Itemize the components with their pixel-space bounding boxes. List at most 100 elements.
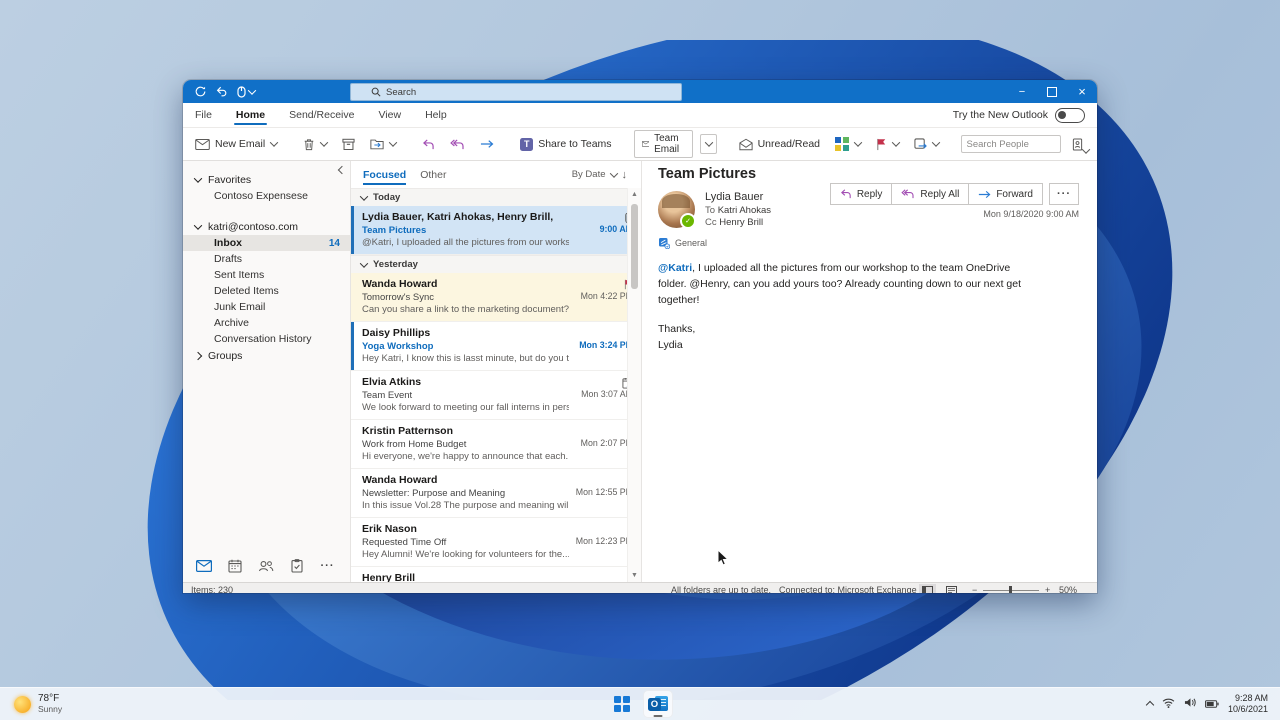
favorites-header[interactable]: Favorites bbox=[183, 171, 350, 188]
cc-recipient-name[interactable]: Henry Brill bbox=[719, 217, 763, 228]
forward-button[interactable] bbox=[476, 136, 498, 152]
chevron-down-icon bbox=[360, 259, 368, 267]
email-row-kristin-patternson[interactable]: Kristin Patternson Work from Home Budget… bbox=[351, 420, 641, 469]
email-row-lydia-bauer[interactable]: Lydia Bauer, Katri Ahokas, Henry Brill, … bbox=[351, 206, 641, 255]
folder-pane: Favorites Contoso Expensese katri@contos… bbox=[183, 161, 351, 582]
email-row-elvia-atkins[interactable]: Elvia Atkins Team Event We look forward … bbox=[351, 371, 641, 420]
more-modules-icon[interactable]: ··· bbox=[319, 557, 336, 574]
chevron-down-icon bbox=[360, 192, 368, 200]
move-button[interactable] bbox=[366, 135, 400, 153]
to-recipient-name[interactable]: Katri Ahokas bbox=[718, 205, 771, 216]
follow-up-button[interactable] bbox=[872, 135, 903, 154]
email-row-daisy-phillips[interactable]: Daisy Phillips Yoga Workshop Hey Katri, … bbox=[351, 322, 641, 371]
titlebar-search-box[interactable]: Search bbox=[350, 83, 682, 101]
archive-icon bbox=[342, 138, 355, 151]
more-actions-button[interactable]: ··· bbox=[1049, 183, 1079, 205]
tab-file[interactable]: File bbox=[183, 103, 224, 127]
folder-archive[interactable]: Archive bbox=[183, 315, 350, 331]
minimize-button[interactable]: − bbox=[1007, 80, 1037, 103]
outlook-icon: O bbox=[648, 695, 668, 713]
zoom-level[interactable]: 50% bbox=[1059, 585, 1077, 593]
message-list-scrollbar[interactable]: ▲ ▼ bbox=[627, 188, 641, 582]
group-header-today[interactable]: Today bbox=[351, 188, 641, 206]
zoom-in-button[interactable]: + bbox=[1045, 585, 1050, 593]
normal-view-button[interactable] bbox=[919, 584, 936, 593]
taskbar-clock[interactable]: 9:28 AM 10/6/2021 bbox=[1228, 693, 1268, 715]
sensitivity-label[interactable]: General bbox=[658, 237, 707, 249]
tray-chevron-up-icon[interactable] bbox=[1147, 695, 1153, 713]
mention-katri[interactable]: @Katri bbox=[658, 262, 692, 274]
sender-avatar[interactable]: ✓ bbox=[658, 191, 695, 228]
send-receive-icon[interactable] bbox=[195, 86, 206, 97]
start-button[interactable] bbox=[607, 690, 637, 718]
sender-name[interactable]: Lydia Bauer bbox=[705, 191, 763, 203]
reply-button[interactable] bbox=[418, 136, 439, 153]
folder-groups[interactable]: Groups bbox=[183, 347, 350, 364]
favorite-contoso-expensese[interactable]: Contoso Expensese bbox=[183, 188, 350, 204]
weather-widget[interactable]: 78°F Sunny bbox=[0, 688, 76, 720]
forward-icon bbox=[978, 190, 991, 199]
zoom-out-button[interactable]: − bbox=[972, 585, 977, 593]
folder-conversation-history[interactable]: Conversation History bbox=[183, 331, 350, 347]
share-to-teams-button[interactable]: T Share to Teams bbox=[516, 135, 615, 154]
folder-sent-items[interactable]: Sent Items bbox=[183, 267, 350, 283]
folder-deleted-items[interactable]: Deleted Items bbox=[183, 283, 350, 299]
reply-all-button[interactable]: Reply All bbox=[891, 183, 969, 205]
people-module-icon[interactable] bbox=[257, 557, 274, 574]
tab-help[interactable]: Help bbox=[413, 103, 459, 127]
undo-icon[interactable] bbox=[216, 86, 227, 97]
touch-mouse-mode-icon[interactable] bbox=[237, 86, 255, 98]
clock-date: 10/6/2021 bbox=[1228, 704, 1268, 715]
close-button[interactable]: × bbox=[1067, 80, 1097, 103]
folder-inbox[interactable]: Inbox 14 bbox=[183, 235, 350, 251]
filter-email-button[interactable] bbox=[1094, 135, 1097, 153]
email-row-wanda-howard-1[interactable]: Wanda Howard Tomorrow's Sync Can you sha… bbox=[351, 273, 641, 322]
new-outlook-toggle[interactable] bbox=[1055, 108, 1085, 123]
ribbon-collapse-chevron[interactable] bbox=[1083, 145, 1089, 157]
email-row-wanda-howard-2[interactable]: Wanda Howard Newsletter: Purpose and Mea… bbox=[351, 469, 641, 518]
zoom-slider-thumb[interactable] bbox=[1009, 586, 1012, 593]
rules-button[interactable] bbox=[910, 135, 943, 154]
reply-all-button[interactable] bbox=[446, 136, 469, 153]
group-header-yesterday[interactable]: Yesterday bbox=[351, 255, 641, 273]
account-header[interactable]: katri@contoso.com bbox=[183, 218, 350, 235]
sort-by-date[interactable]: By Date ↓ bbox=[572, 169, 627, 181]
folder-drafts[interactable]: Drafts bbox=[183, 251, 350, 267]
calendar-module-icon[interactable] bbox=[226, 557, 243, 574]
message-body: @Katri, I uploaded all the pictures from… bbox=[658, 261, 1037, 354]
archive-button[interactable] bbox=[338, 135, 359, 154]
tab-focused[interactable]: Focused bbox=[363, 161, 406, 188]
collapse-folder-pane-icon[interactable] bbox=[339, 164, 345, 176]
unread-read-button[interactable]: Unread/Read bbox=[735, 135, 824, 154]
tasks-module-icon[interactable] bbox=[288, 557, 305, 574]
speaker-icon[interactable] bbox=[1184, 695, 1196, 713]
email-row-erik-nason[interactable]: Erik Nason Requested Time Off Hey Alumni… bbox=[351, 518, 641, 567]
tab-other[interactable]: Other bbox=[420, 161, 446, 188]
delete-button[interactable] bbox=[299, 135, 331, 154]
quick-steps-gallery-chevron[interactable] bbox=[700, 134, 717, 154]
new-email-button[interactable]: New Email bbox=[191, 135, 281, 153]
email-row-henry-brill[interactable]: Henry Brill Project Update Mon 11:46 AM bbox=[351, 567, 641, 582]
search-people-input[interactable] bbox=[961, 135, 1061, 153]
taskbar-outlook-button[interactable]: O bbox=[643, 690, 673, 718]
quick-step-team-email[interactable]: Team Email bbox=[634, 130, 693, 158]
reply-button[interactable]: Reply bbox=[830, 183, 893, 205]
tab-send-receive[interactable]: Send/Receive bbox=[277, 103, 366, 127]
wifi-icon[interactable] bbox=[1162, 695, 1175, 713]
maximize-button[interactable] bbox=[1037, 80, 1067, 103]
reading-view-button[interactable] bbox=[943, 584, 960, 593]
scroll-up-icon[interactable]: ▲ bbox=[631, 191, 638, 198]
forward-button[interactable]: Forward bbox=[968, 183, 1043, 205]
titlebar-search-label: Search bbox=[386, 87, 416, 98]
tab-home[interactable]: Home bbox=[224, 103, 277, 127]
tab-view[interactable]: View bbox=[366, 103, 413, 127]
reply-icon bbox=[422, 139, 435, 150]
sort-direction-icon[interactable]: ↓ bbox=[622, 169, 628, 181]
categorize-button[interactable] bbox=[831, 134, 865, 154]
mail-module-icon[interactable] bbox=[195, 557, 212, 574]
scroll-down-icon[interactable]: ▼ bbox=[631, 572, 638, 579]
message-list-header: Focused Other By Date ↓ bbox=[351, 161, 641, 188]
battery-icon[interactable] bbox=[1205, 695, 1219, 713]
categorize-icon bbox=[835, 137, 849, 151]
folder-junk-email[interactable]: Junk Email bbox=[183, 299, 350, 315]
